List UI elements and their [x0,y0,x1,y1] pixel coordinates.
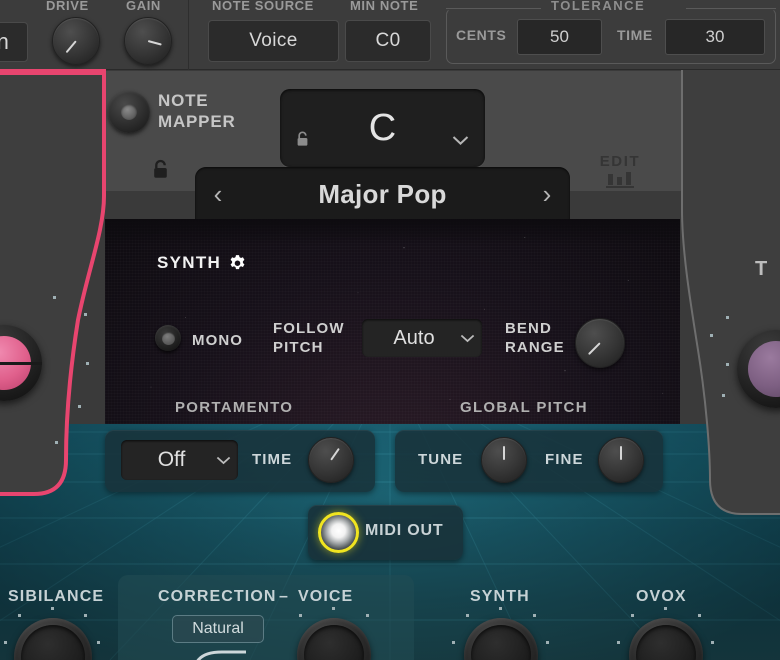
min-note-label: MIN NOTE [350,0,419,13]
cents-label: CENTS [456,27,507,43]
edit-button[interactable]: EDIT [585,153,655,194]
drive-label: DRIVE [46,0,89,13]
fine-knob[interactable] [598,437,644,483]
portamento-mode-select[interactable]: Off [121,440,238,480]
key-value: C [368,106,397,149]
chevron-down-icon [208,456,238,465]
follow-pitch-label: FOLLOW PITCH [273,319,345,357]
global-pitch-section-label: GLOBAL PITCH [460,399,588,416]
mono-toggle[interactable] [155,325,181,351]
sliders-icon [606,172,634,188]
portamento-section-label: PORTAMENTO [175,399,294,416]
chevron-down-icon [452,136,469,145]
midi-out-label: MIDI OUT [365,522,444,539]
edit-label: EDIT [599,153,641,170]
note-mapper-title-line2: MAPPER [158,112,236,131]
bend-range-knob[interactable] [575,318,625,368]
note-mapper-led [121,104,137,120]
drive-knob[interactable] [52,17,100,65]
follow-pitch-line1: FOLLOW [273,320,345,337]
right-panel-label: T [755,258,769,280]
gain-label: GAIN [126,0,161,13]
mono-led [161,331,175,345]
preset-next-button[interactable]: › [524,179,570,210]
voice-label: VOICE [298,588,354,605]
correction-label: CORRECTION [158,588,277,605]
portamento-time-knob[interactable] [308,437,354,483]
tolerance-label: TOLERANCE [543,0,654,13]
synth-section-header: SYNTH [157,253,247,273]
panel-top-shadow [105,219,680,245]
scale-preset-selector[interactable]: ‹ Major Pop › [195,167,570,222]
bend-range-line1: BEND [505,320,552,337]
synth-section-label: SYNTH [157,253,222,272]
follow-pitch-line2: PITCH [273,339,324,356]
mono-label: MONO [192,332,244,349]
preset-name: Major Pop [318,179,447,209]
time-label: TIME [617,27,653,43]
correction-dash: – [279,588,289,605]
bend-range-label: BEND RANGE [505,319,565,357]
tune-knob[interactable] [481,437,527,483]
sibilance-label: SIBILANCE [8,588,105,605]
portamento-mode-value: Off [157,448,186,471]
gain-knob[interactable] [124,17,172,65]
ovox-bottom-label: OVOX [636,588,687,605]
key-select[interactable]: C [280,89,485,167]
note-source-label: NOTE SOURCE [212,0,314,13]
scale-lock-icon [154,159,167,178]
follow-pitch-select[interactable]: Auto [362,319,482,357]
top-toolbar: n DRIVE GAIN NOTE SOURCE Voice MIN NOTE … [0,0,780,70]
note-mapper-title: NOTE MAPPER [158,90,236,132]
portamento-time-label: TIME [252,451,293,468]
follow-pitch-value: Auto [393,326,435,349]
correction-mode-badge[interactable]: Natural [172,615,264,643]
gear-icon[interactable] [228,254,247,273]
correction-curve-icon [196,650,246,660]
cents-value-field[interactable]: 50 [517,19,602,55]
note-source-select[interactable]: Voice [208,20,339,62]
note-mapper-toggle[interactable] [108,91,150,133]
tolerance-time-field[interactable]: 30 [665,19,765,55]
note-mapper-panel: NOTE MAPPER C ‹ Major Pop › EDIT [90,71,690,222]
synth-panel: SYNTH MONO FOLLOW PITCH Auto BEND RANGE [105,219,680,424]
synth-bottom-label: SYNTH [470,588,530,605]
left-partial-button[interactable]: n [0,22,28,62]
left-pink-knob[interactable] [0,325,42,401]
midi-out-button[interactable]: MIDI OUT [308,505,463,560]
bend-range-line2: RANGE [505,339,565,356]
pink-accent-strip [0,69,106,75]
min-note-select[interactable]: C0 [345,20,431,62]
plugin-window: n DRIVE GAIN NOTE SOURCE Voice MIN NOTE … [0,0,780,660]
fine-label: FINE [545,451,584,468]
midi-out-led[interactable] [318,512,359,553]
tune-label: TUNE [418,451,464,468]
note-mapper-title-line1: NOTE [158,91,209,110]
toolbar-divider-1 [188,0,189,70]
chevron-down-icon [452,334,482,343]
preset-prev-button[interactable]: ‹ [195,179,241,210]
right-purple-knob[interactable] [737,330,780,408]
lock-icon [297,131,308,146]
